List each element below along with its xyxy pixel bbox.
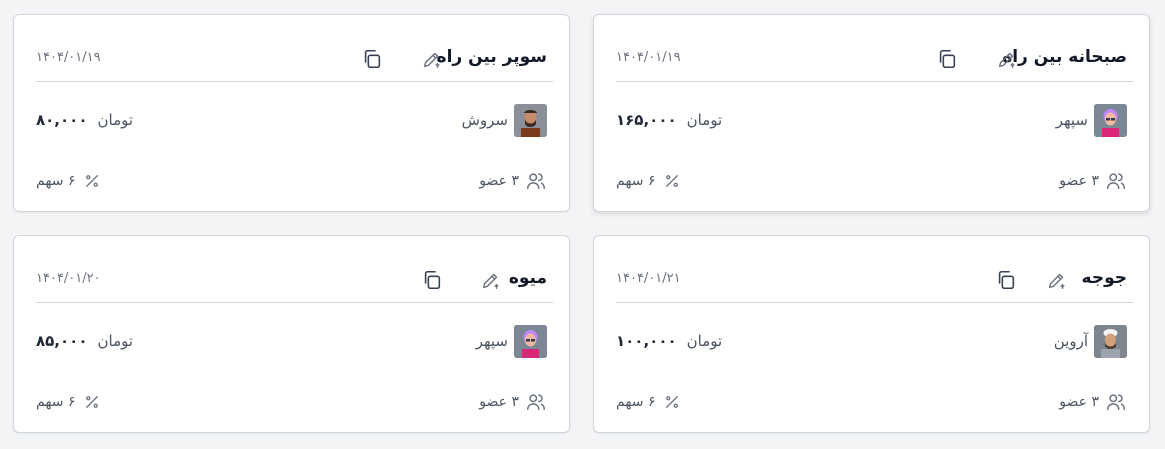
edit-button[interactable]	[995, 47, 1019, 71]
amount: تومان ۸۰,۰۰۰	[36, 103, 133, 137]
expense-date: ۱۴۰۴/۰۱/۲۰	[36, 271, 101, 286]
copy-icon	[939, 49, 956, 69]
payer-name: آروین	[1053, 332, 1088, 350]
amount-value: ۱۰۰,۰۰۰	[616, 332, 677, 350]
card-divider	[36, 81, 553, 82]
share-count: ۶ سهم	[36, 390, 101, 414]
percent-icon	[666, 175, 679, 187]
edit-pen-icon	[1048, 273, 1065, 289]
expense-title: صبحانه بین راه	[1002, 47, 1127, 67]
avatar	[1094, 103, 1127, 137]
card-header: میوه ۱۴۰۴/۰۱/۲۰	[14, 236, 569, 302]
edit-pen-icon	[423, 52, 440, 68]
percent-icon	[86, 175, 99, 187]
users-icon	[1107, 394, 1125, 411]
expense-card[interactable]: جوجه ۱۴۰۴/۰۱/۲۱ آروین تومان ۱۰۰,۰۰۰ ۳ عض…	[593, 235, 1150, 433]
expense-title: جوجه	[1081, 268, 1127, 288]
card-header: جوجه ۱۴۰۴/۰۱/۲۱	[594, 236, 1149, 302]
amount-value: ۱۶۵,۰۰۰	[616, 111, 677, 129]
users-icon	[527, 394, 545, 411]
amount-value: ۸۵,۰۰۰	[36, 332, 88, 350]
member-count: ۳ عضو	[479, 390, 547, 414]
payer: آروین	[1054, 324, 1127, 358]
member-count-label: ۳ عضو	[1059, 394, 1099, 410]
amount-value: ۸۰,۰۰۰	[36, 111, 88, 129]
copy-button[interactable]	[420, 268, 444, 292]
share-count: ۶ سهم	[36, 169, 101, 193]
amount: تومان ۱۰۰,۰۰۰	[616, 324, 722, 358]
avatar	[514, 324, 547, 358]
card-divider	[616, 302, 1133, 303]
copy-icon	[424, 270, 441, 290]
edit-button[interactable]	[479, 268, 503, 292]
edit-button[interactable]	[420, 47, 444, 71]
edit-button[interactable]	[1045, 268, 1069, 292]
card-header: سوپر بین راه ۱۴۰۴/۰۱/۱۹	[14, 15, 569, 81]
payer-name: سپهر	[1055, 111, 1088, 129]
expense-date: ۱۴۰۴/۰۱/۲۱	[616, 271, 681, 286]
copy-icon	[998, 270, 1015, 290]
expense-title: سوپر بین راه	[436, 47, 547, 67]
share-label: ۶ سهم	[616, 173, 656, 189]
member-count-label: ۳ عضو	[1059, 173, 1099, 189]
edit-pen-icon	[482, 273, 499, 289]
card-divider	[616, 81, 1133, 82]
member-count: ۳ عضو	[479, 169, 547, 193]
member-count: ۳ عضو	[1059, 390, 1127, 414]
users-icon	[527, 173, 545, 190]
copy-button[interactable]	[935, 47, 959, 71]
member-count-label: ۳ عضو	[479, 173, 519, 189]
amount: تومان ۸۵,۰۰۰	[36, 324, 133, 358]
expense-card[interactable]: سوپر بین راه ۱۴۰۴/۰۱/۱۹ سروش تومان ۸۰,۰۰…	[13, 14, 570, 212]
expense-date: ۱۴۰۴/۰۱/۱۹	[616, 50, 681, 65]
edit-pen-icon	[998, 52, 1015, 68]
payer-name: سروش	[461, 111, 508, 129]
member-count: ۳ عضو	[1059, 169, 1127, 193]
expense-card[interactable]: میوه ۱۴۰۴/۰۱/۲۰ سپهر تومان ۸۵,۰۰۰ ۳ عضو …	[13, 235, 570, 433]
copy-icon	[364, 49, 381, 69]
copy-button[interactable]	[360, 47, 384, 71]
currency-label: تومان	[97, 111, 134, 129]
share-count: ۶ سهم	[616, 390, 681, 414]
expense-card[interactable]: صبحانه بین راه ۱۴۰۴/۰۱/۱۹ سپهر تومان ۱۶۵…	[593, 14, 1150, 212]
currency-label: تومان	[686, 111, 723, 129]
share-label: ۶ سهم	[36, 173, 76, 189]
payer-name: سپهر	[475, 332, 508, 350]
copy-button[interactable]	[994, 268, 1018, 292]
expense-grid: صبحانه بین راه ۱۴۰۴/۰۱/۱۹ سپهر تومان ۱۶۵…	[0, 0, 1165, 449]
share-count: ۶ سهم	[616, 169, 681, 193]
card-divider	[36, 302, 553, 303]
percent-icon	[666, 396, 679, 408]
card-header: صبحانه بین راه ۱۴۰۴/۰۱/۱۹	[594, 15, 1149, 81]
payer: سپهر	[476, 324, 547, 358]
payer: سپهر	[1056, 103, 1127, 137]
expense-title: میوه	[508, 268, 547, 288]
amount: تومان ۱۶۵,۰۰۰	[616, 103, 722, 137]
member-count-label: ۳ عضو	[479, 394, 519, 410]
avatar	[514, 103, 547, 137]
avatar	[1094, 324, 1127, 358]
currency-label: تومان	[97, 332, 134, 350]
expense-date: ۱۴۰۴/۰۱/۱۹	[36, 50, 101, 65]
share-label: ۶ سهم	[616, 394, 656, 410]
currency-label: تومان	[686, 332, 723, 350]
users-icon	[1107, 173, 1125, 190]
percent-icon	[86, 396, 99, 408]
payer: سروش	[462, 103, 547, 137]
share-label: ۶ سهم	[36, 394, 76, 410]
